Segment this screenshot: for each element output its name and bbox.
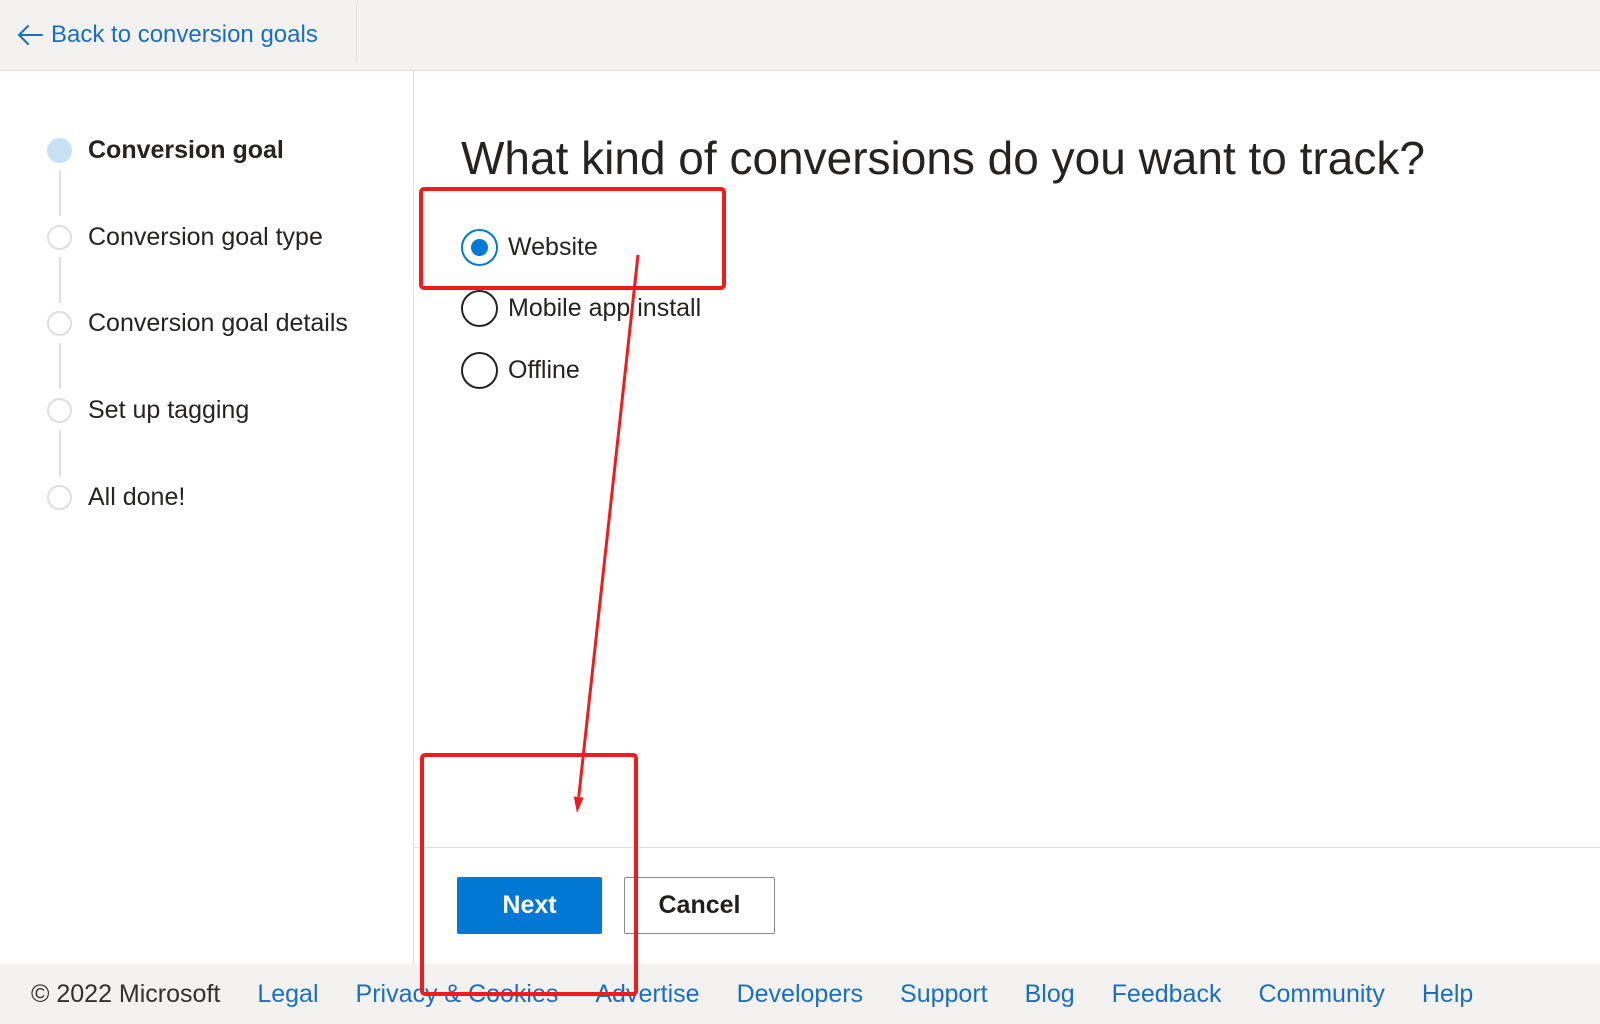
step-label: Set up tagging bbox=[88, 395, 250, 424]
step-indicator bbox=[47, 484, 72, 510]
step-connector bbox=[59, 257, 61, 303]
back-to-conversion-goals-link[interactable]: Back to conversion goals bbox=[17, 0, 318, 70]
step-indicator bbox=[47, 137, 72, 163]
footer-link-developers[interactable]: Developers bbox=[737, 980, 863, 1009]
step-label: Conversion goal details bbox=[88, 308, 348, 337]
option-label-offline[interactable]: Offline bbox=[508, 356, 580, 385]
cancel-button[interactable]: Cancel bbox=[624, 877, 775, 934]
annotation-box-next bbox=[420, 753, 638, 996]
wizard-sidebar: Conversion goal Conversion goal type Con… bbox=[0, 71, 414, 964]
back-link-label[interactable]: Back to conversion goals bbox=[51, 21, 318, 49]
option-label-website[interactable]: Website bbox=[508, 233, 598, 262]
footer-link-feedback[interactable]: Feedback bbox=[1112, 980, 1222, 1009]
copyright: © 2022 Microsoft bbox=[31, 979, 221, 1008]
step-connector bbox=[59, 170, 61, 216]
option-offline[interactable]: Offline bbox=[461, 352, 580, 389]
annotation-arrowhead bbox=[573, 796, 584, 813]
page-title: What kind of conversions do you want to … bbox=[461, 132, 1425, 184]
radio-offline[interactable] bbox=[461, 352, 498, 389]
step-connector bbox=[59, 343, 61, 389]
footer-link-help[interactable]: Help bbox=[1422, 980, 1473, 1009]
footer-link-privacy-cookies[interactable]: Privacy & Cookies bbox=[356, 980, 559, 1009]
step-label: Conversion goal type bbox=[88, 222, 323, 251]
step-indicator bbox=[47, 397, 72, 423]
next-button[interactable]: Next bbox=[457, 877, 602, 934]
actions-divider bbox=[413, 847, 1600, 848]
step-indicator bbox=[47, 224, 72, 250]
step-conversion-goal-details: Conversion goal details bbox=[47, 308, 348, 337]
footer-link-blog[interactable]: Blog bbox=[1025, 980, 1075, 1009]
footer-link-advertise[interactable]: Advertise bbox=[595, 980, 699, 1009]
option-label-mobile-app-install[interactable]: Mobile app install bbox=[508, 294, 701, 323]
arrow-left-icon bbox=[17, 23, 43, 47]
step-connector bbox=[59, 430, 61, 476]
step-set-up-tagging: Set up tagging bbox=[47, 395, 250, 424]
footer-link-community[interactable]: Community bbox=[1258, 980, 1384, 1009]
step-conversion-goal: Conversion goal bbox=[47, 135, 284, 164]
option-mobile-app-install[interactable]: Mobile app install bbox=[461, 290, 701, 327]
step-conversion-goal-type: Conversion goal type bbox=[47, 222, 323, 251]
top-bar: Back to conversion goals bbox=[0, 0, 1600, 71]
footer: © 2022 Microsoft Legal Privacy & Cookies… bbox=[0, 964, 1600, 1024]
option-website[interactable]: Website bbox=[461, 229, 598, 266]
radio-website[interactable] bbox=[461, 229, 498, 266]
step-label: Conversion goal bbox=[88, 135, 284, 164]
step-all-done: All done! bbox=[47, 482, 186, 511]
step-indicator bbox=[47, 310, 72, 336]
footer-link-legal[interactable]: Legal bbox=[257, 980, 318, 1009]
footer-link-support[interactable]: Support bbox=[900, 980, 988, 1009]
radio-mobile-app-install[interactable] bbox=[461, 290, 498, 327]
topbar-divider bbox=[356, 4, 357, 62]
annotation-arrow-line bbox=[577, 254, 640, 798]
step-label: All done! bbox=[88, 482, 186, 511]
